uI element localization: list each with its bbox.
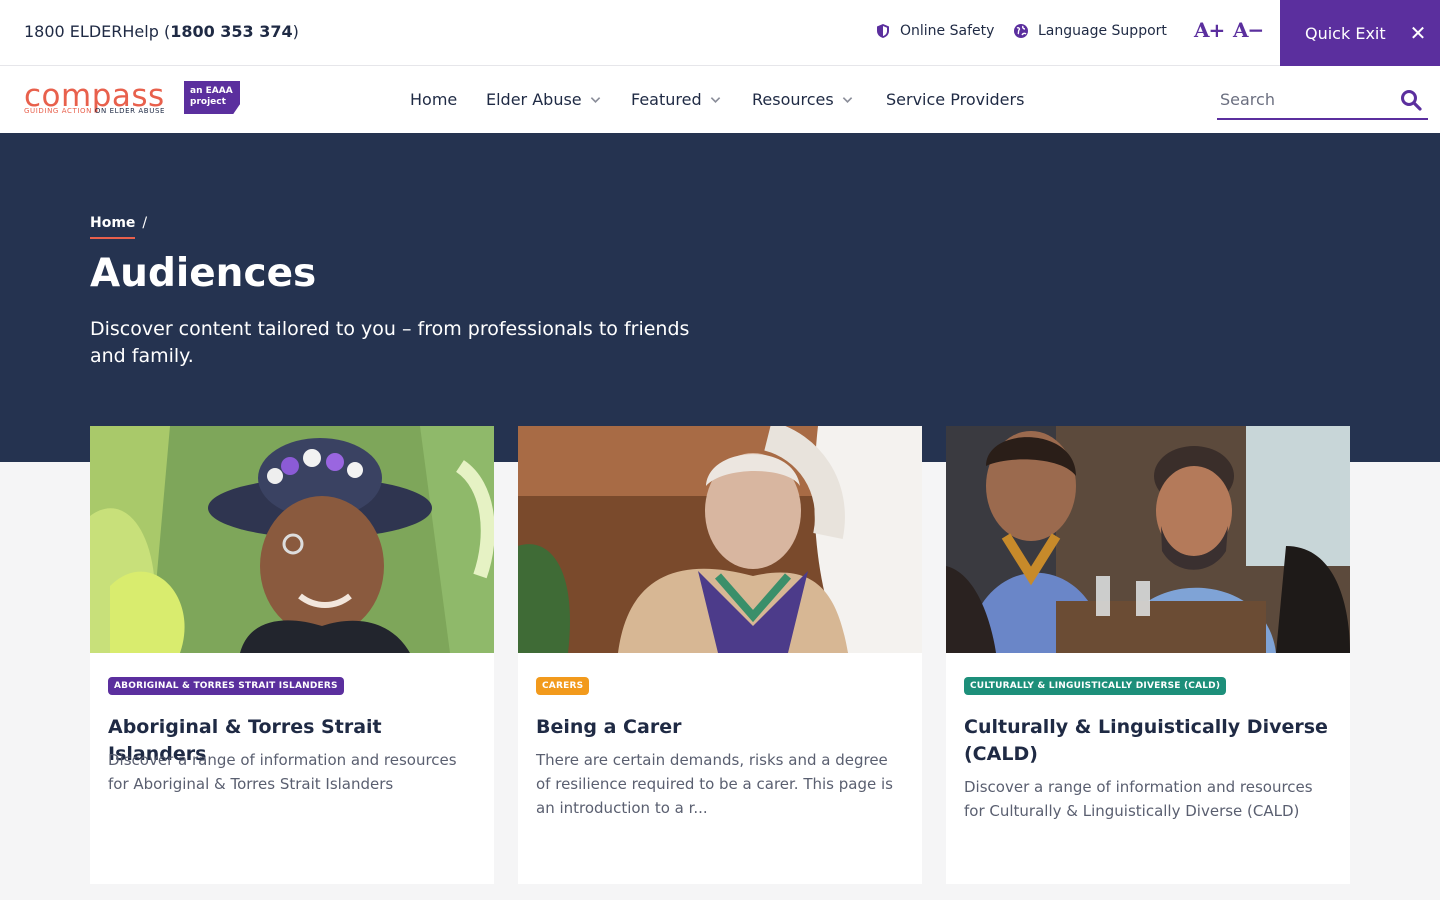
breadcrumb-home-link[interactable]: Home bbox=[90, 215, 135, 231]
card-image-cald bbox=[946, 426, 1350, 653]
nav-item-label: Resources bbox=[752, 90, 834, 109]
category-badge: CARERS bbox=[536, 677, 590, 695]
woman-in-hat-photo bbox=[90, 426, 494, 653]
logo-tagline: GUIDING ACTION ON ELDER ABUSE bbox=[24, 107, 165, 115]
page-subtitle: Discover content tailored to you – from … bbox=[90, 318, 690, 367]
online-safety-link[interactable]: Online Safety bbox=[875, 23, 994, 39]
audience-card-carers[interactable]: CARERS Being a Carer There are certain d… bbox=[518, 426, 922, 884]
logo-badge-line1: an EAAA bbox=[190, 86, 233, 96]
language-support-label: Language Support bbox=[1038, 23, 1167, 39]
helpline-number[interactable]: 1800 353 374 bbox=[170, 22, 292, 41]
helpline-label: 1800 ELDERHelp ( bbox=[24, 22, 171, 41]
card-description: There are certain demands, risks and a d… bbox=[536, 751, 893, 817]
utility-bar: 1800 ELDERHelp (1800 353 374) Online Saf… bbox=[0, 0, 1440, 66]
main-navigation: compass GUIDING ACTION ON ELDER ABUSE an… bbox=[0, 66, 1440, 133]
logo-badge-line2: project bbox=[190, 97, 226, 107]
card-description: Discover a range of information and reso… bbox=[964, 778, 1313, 820]
nav-item-label: Elder Abuse bbox=[486, 90, 582, 109]
dinner-group-photo bbox=[946, 426, 1350, 653]
search-bar bbox=[1217, 84, 1428, 120]
helpline[interactable]: 1800 ELDERHelp (1800 353 374) bbox=[24, 22, 299, 41]
compass-logo[interactable]: compass GUIDING ACTION ON ELDER ABUSE an… bbox=[24, 78, 244, 120]
nav-item-elder-abuse[interactable]: Elder Abuse bbox=[486, 90, 601, 109]
logo-tagline-left: GUIDING ACTION bbox=[24, 107, 92, 115]
helpline-suffix: ) bbox=[292, 22, 299, 41]
card-title[interactable]: Being a Carer bbox=[536, 714, 906, 741]
nav-item-featured[interactable]: Featured bbox=[631, 90, 721, 109]
nav-item-resources[interactable]: Resources bbox=[752, 90, 853, 109]
chevron-down-icon bbox=[710, 97, 720, 103]
quick-exit-label: Quick Exit bbox=[1305, 23, 1386, 43]
shield-icon bbox=[877, 24, 889, 38]
decrease-font-button[interactable]: A− bbox=[1233, 18, 1264, 42]
audience-card-aboriginal[interactable]: ABORIGINAL & TORRES STRAIT ISLANDERS Abo… bbox=[90, 426, 494, 884]
search-input[interactable] bbox=[1217, 84, 1387, 114]
nav-item-home[interactable]: Home bbox=[410, 90, 457, 109]
quick-exit-button[interactable]: Quick Exit ✕ bbox=[1280, 0, 1440, 66]
logo-tagline-right: ON ELDER ABUSE bbox=[94, 107, 166, 115]
chevron-down-icon bbox=[590, 97, 600, 103]
category-badge: ABORIGINAL & TORRES STRAIT ISLANDERS bbox=[108, 677, 344, 695]
nav-item-label: Featured bbox=[631, 90, 702, 109]
language-support-link[interactable]: Language Support bbox=[1013, 23, 1167, 39]
nav-item-service-providers[interactable]: Service Providers bbox=[886, 90, 1024, 109]
card-description: Discover a range of information and reso… bbox=[108, 751, 457, 793]
logo-badge: an EAAA project bbox=[184, 81, 240, 114]
increase-font-button[interactable]: A+ bbox=[1194, 18, 1225, 42]
chevron-down-icon bbox=[842, 97, 852, 103]
category-badge: CULTURALLY & LINGUISTICALLY DIVERSE (CAL… bbox=[964, 677, 1227, 695]
audience-card-cald[interactable]: CULTURALLY & LINGUISTICALLY DIVERSE (CAL… bbox=[946, 426, 1350, 884]
card-image-aboriginal bbox=[90, 426, 494, 653]
hero-banner: Home / Audiences Discover content tailore… bbox=[0, 133, 1440, 462]
card-title[interactable]: Culturally & Linguistically Diverse (CAL… bbox=[964, 714, 1334, 768]
page-title: Audiences bbox=[90, 251, 317, 296]
online-safety-label: Online Safety bbox=[900, 23, 995, 39]
nav-item-label: Home bbox=[410, 90, 458, 109]
nav-item-label: Service Providers bbox=[886, 90, 1025, 109]
close-icon: ✕ bbox=[1409, 21, 1427, 45]
elderly-woman-with-carer-photo bbox=[518, 426, 922, 653]
globe-icon bbox=[1014, 24, 1028, 38]
breadcrumb: Home / bbox=[90, 215, 147, 231]
card-image-carers bbox=[518, 426, 922, 653]
search-icon[interactable] bbox=[1400, 89, 1422, 111]
breadcrumb-separator: / bbox=[142, 215, 148, 231]
